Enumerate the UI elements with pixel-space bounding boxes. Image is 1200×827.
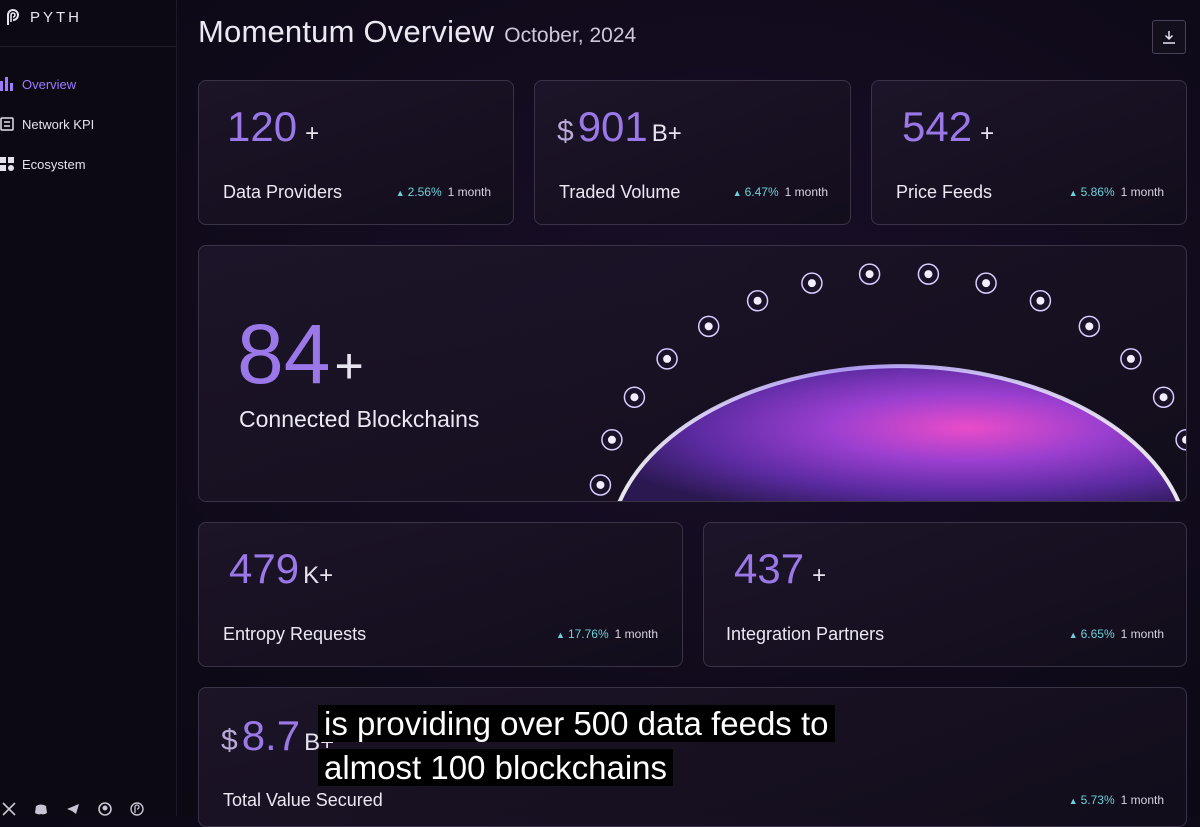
social-links	[2, 802, 144, 816]
download-icon	[1163, 31, 1175, 44]
metric-number: 542	[902, 103, 973, 150]
grid-icon	[0, 157, 14, 171]
chain-icon-glyph	[630, 393, 639, 402]
sidebar-item-label: Overview	[22, 76, 77, 92]
metric-value: $ 901 B+	[557, 103, 682, 151]
change-percent: 2.56%	[396, 185, 442, 199]
metric-value: 437 +	[734, 545, 826, 593]
chain-icon-glyph	[1159, 393, 1168, 402]
metric-suffix: +	[980, 120, 995, 147]
chain-icon-glyph	[704, 322, 713, 331]
metric-label: Total Value Secured	[223, 790, 383, 810]
metric-suffix: B+	[651, 120, 682, 147]
sidebar-item-label: Network KPI	[22, 116, 95, 132]
download-button[interactable]	[1152, 20, 1186, 54]
chain-icon-glyph	[1085, 322, 1094, 331]
blockchain-globe	[589, 263, 1186, 501]
bar-chart-icon	[0, 77, 13, 91]
chain-icon-glyph	[865, 270, 874, 279]
github-icon[interactable]	[98, 802, 112, 816]
metric-suffix: K+	[303, 562, 334, 589]
chain-icon-glyph	[663, 354, 672, 363]
metric-change: 2.56% 1 month	[396, 185, 491, 199]
chain-icon-glyph	[982, 279, 991, 288]
metric-value: 479 K+	[229, 545, 333, 593]
chain-icon-glyph	[1036, 296, 1045, 305]
page-header: Momentum Overview October, 2024	[198, 14, 636, 50]
sidebar-item-label: Ecosystem	[22, 156, 86, 172]
chain-icon-glyph	[753, 296, 762, 305]
chain-icon-glyph	[807, 279, 816, 288]
metric-label: Entropy Requests	[223, 624, 367, 644]
metric-change: 17.76% 1 month	[556, 627, 658, 641]
metric-change: 6.47% 1 month	[733, 185, 828, 199]
metric-card-integration-partners: 437 + Integration Partners 6.65% 1 month	[703, 522, 1187, 667]
sidebar-item-ecosystem[interactable]: Ecosystem	[0, 144, 94, 184]
pyth-icon[interactable]	[130, 802, 144, 816]
globe-dome	[619, 366, 1179, 501]
metric-label: Integration Partners	[726, 624, 885, 644]
blockchains-card: 84 + Connected Blockchains	[198, 245, 1187, 502]
metric-suffix: +	[305, 120, 320, 147]
change-percent: 5.73%	[1069, 793, 1115, 807]
page-title: Momentum Overview	[198, 14, 495, 49]
sidebar-divider	[0, 46, 176, 47]
sidebar-item-overview[interactable]: Overview	[0, 64, 94, 104]
metric-card-entropy-requests: 479 K+ Entropy Requests 17.76% 1 month	[198, 522, 683, 667]
change-period: 1 month	[1120, 793, 1164, 807]
metric-value: 120 +	[227, 103, 319, 151]
metric-change: 5.73% 1 month	[1069, 793, 1164, 807]
metric-prefix: $	[557, 115, 574, 148]
change-percent: 6.47%	[733, 185, 779, 199]
metric-label: Traded Volume	[559, 182, 681, 202]
change-percent: 5.86%	[1069, 185, 1115, 199]
caption-line-1: is providing over 500 data feeds to	[318, 705, 835, 742]
metric-number: 437	[734, 545, 805, 592]
page-date: October, 2024	[504, 24, 637, 47]
metric-label: Price Feeds	[896, 182, 993, 202]
sidebar: PYTH Overview Network KPI Ecosystem	[0, 0, 177, 816]
metric-card-price-feeds: 542 + Price Feeds 5.86% 1 month	[871, 80, 1187, 225]
video-caption: is providing over 500 data feeds to almo…	[318, 702, 912, 790]
change-period: 1 month	[614, 627, 658, 641]
chain-icon-glyph	[596, 480, 605, 489]
chain-icon-glyph	[607, 435, 616, 444]
pyth-logo-icon	[7, 9, 19, 25]
discord-icon[interactable]	[34, 802, 48, 816]
metric-label: Data Providers	[223, 182, 343, 202]
change-period: 1 month	[447, 185, 491, 199]
metric-suffix: +	[812, 562, 827, 589]
telegram-icon[interactable]	[66, 802, 80, 816]
metric-number: 479	[229, 545, 300, 592]
metric-change: 5.86% 1 month	[1069, 185, 1164, 199]
metric-prefix: $	[221, 724, 238, 757]
metric-number: 8.7	[241, 712, 301, 759]
change-percent: 17.76%	[556, 627, 609, 641]
change-period: 1 month	[784, 185, 828, 199]
brand-logo[interactable]: PYTH	[4, 8, 82, 26]
brand-name: PYTH	[30, 8, 83, 26]
metric-card-traded-volume: $ 901 B+ Traded Volume 6.47% 1 month	[534, 80, 851, 225]
metric-number: 901	[577, 103, 648, 150]
metric-card-data-providers: 120 + Data Providers 2.56% 1 month	[198, 80, 514, 225]
metric-value: 542 +	[902, 103, 994, 151]
document-icon	[0, 117, 14, 131]
x-icon[interactable]	[2, 802, 16, 816]
metric-number: 120	[227, 103, 298, 150]
change-percent: 6.65%	[1069, 627, 1115, 641]
metric-change: 6.65% 1 month	[1069, 627, 1164, 641]
change-period: 1 month	[1120, 627, 1164, 641]
sidebar-item-network-kpi[interactable]: Network KPI	[0, 104, 94, 144]
sidebar-nav: Overview Network KPI Ecosystem	[0, 64, 94, 184]
caption-line-2: almost 100 blockchains	[318, 749, 674, 786]
change-period: 1 month	[1120, 185, 1164, 199]
chain-icon-glyph	[1126, 354, 1135, 363]
chain-icon-glyph	[924, 270, 933, 279]
